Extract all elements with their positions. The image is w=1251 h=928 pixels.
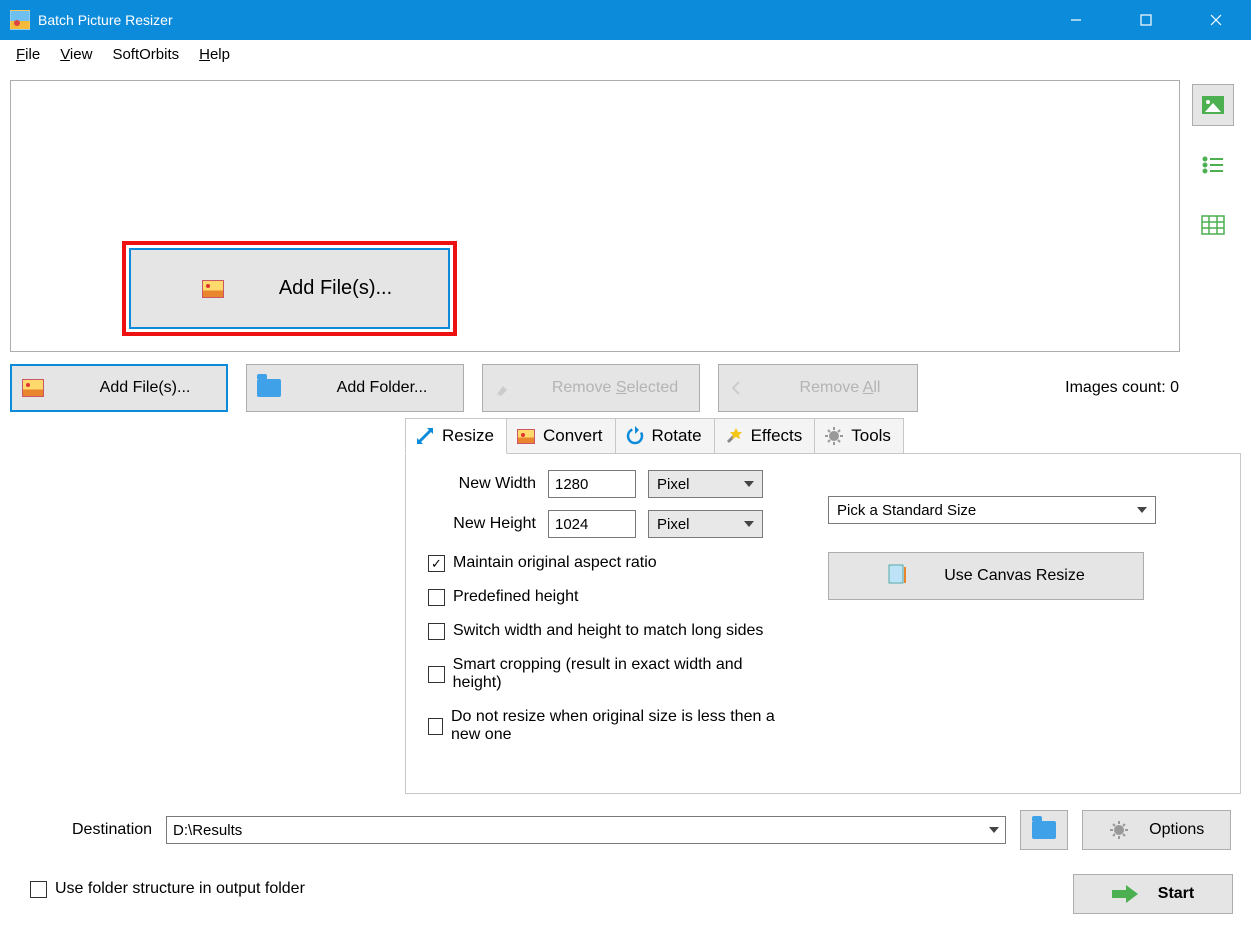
switch-wh-checkbox[interactable] [428,623,445,640]
menu-help[interactable]: Help [189,43,240,66]
start-icon [1112,885,1138,903]
tab-tools[interactable]: Tools [814,418,904,453]
folder-structure-label: Use folder structure in output folder [55,880,305,898]
gear-icon [1109,820,1129,840]
add-files-big-button[interactable]: Add File(s)... [129,248,450,329]
view-thumbnails-icon[interactable] [1192,84,1234,126]
convert-icon [515,425,537,447]
picture-icon [202,280,224,298]
app-title: Batch Picture Resizer [38,12,173,28]
add-folder-button[interactable]: Add Folder... [246,364,464,412]
standard-size-select[interactable]: Pick a Standard Size [828,496,1156,524]
maintain-ratio-checkbox[interactable] [428,555,445,572]
remove-all-button: Remove All [718,364,918,412]
tab-convert[interactable]: Convert [506,418,616,453]
resize-icon [414,425,436,447]
no-resize-checkbox[interactable] [428,718,443,735]
folder-icon [1032,821,1056,839]
tab-resize[interactable]: Resize [405,418,507,454]
new-height-label: New Height [428,515,536,533]
preview-area[interactable]: Add File(s)... [10,80,1180,352]
menu-file[interactable]: File [6,43,50,66]
close-button[interactable] [1181,0,1251,40]
destination-combo[interactable]: D:\Results [166,816,1006,844]
new-width-input[interactable] [548,470,636,498]
add-files-label: Add File(s)... [74,379,216,397]
remove-all-label: Remove All [773,379,907,397]
resize-panel: New Width Pixel New Height Pixel Maintai… [405,454,1241,794]
add-files-big-label: Add File(s)... [279,277,392,300]
new-width-unit-select[interactable]: Pixel [648,470,763,498]
new-width-label: New Width [428,475,536,493]
smart-crop-checkbox[interactable] [428,666,445,683]
rotate-icon [624,425,646,447]
chevron-down-icon [1137,507,1147,513]
options-button[interactable]: Options [1082,810,1231,850]
chevron-left-icon [729,378,743,398]
folder-structure-checkbox[interactable] [30,881,47,898]
view-list-icon[interactable] [1192,144,1234,186]
view-details-icon[interactable] [1192,204,1234,246]
start-button[interactable]: Start [1073,874,1233,914]
brush-icon [493,378,511,398]
menu-bar: File View SoftOrbits Help [0,40,1251,70]
maximize-button[interactable] [1111,0,1181,40]
picture-icon [22,379,44,397]
remove-selected-button: Remove Selected [482,364,700,412]
tab-rotate[interactable]: Rotate [615,418,715,453]
destination-label: Destination [72,821,152,839]
chevron-down-icon [744,521,754,527]
title-bar: Batch Picture Resizer [0,0,1251,40]
new-height-unit-select[interactable]: Pixel [648,510,763,538]
add-folder-label: Add Folder... [311,379,453,397]
predefined-height-checkbox[interactable] [428,589,445,606]
tools-icon [823,425,845,447]
tab-bar: Resize Convert Rotate Effects Tools [405,418,1241,454]
chevron-down-icon [989,827,999,833]
effects-icon [723,425,745,447]
new-height-input[interactable] [548,510,636,538]
add-files-button[interactable]: Add File(s)... [10,364,228,412]
menu-view[interactable]: View [50,43,102,66]
tab-effects[interactable]: Effects [714,418,816,453]
images-count: Images count: 0 [1065,379,1241,397]
add-files-highlight: Add File(s)... [122,241,457,336]
remove-selected-label: Remove Selected [541,379,689,397]
app-icon [10,10,30,30]
browse-folder-button[interactable] [1020,810,1068,850]
canvas-icon [887,563,909,589]
chevron-down-icon [744,481,754,487]
canvas-resize-button[interactable]: Use Canvas Resize [828,552,1144,600]
menu-softorbits[interactable]: SoftOrbits [102,43,189,66]
minimize-button[interactable] [1041,0,1111,40]
folder-icon [257,379,281,397]
